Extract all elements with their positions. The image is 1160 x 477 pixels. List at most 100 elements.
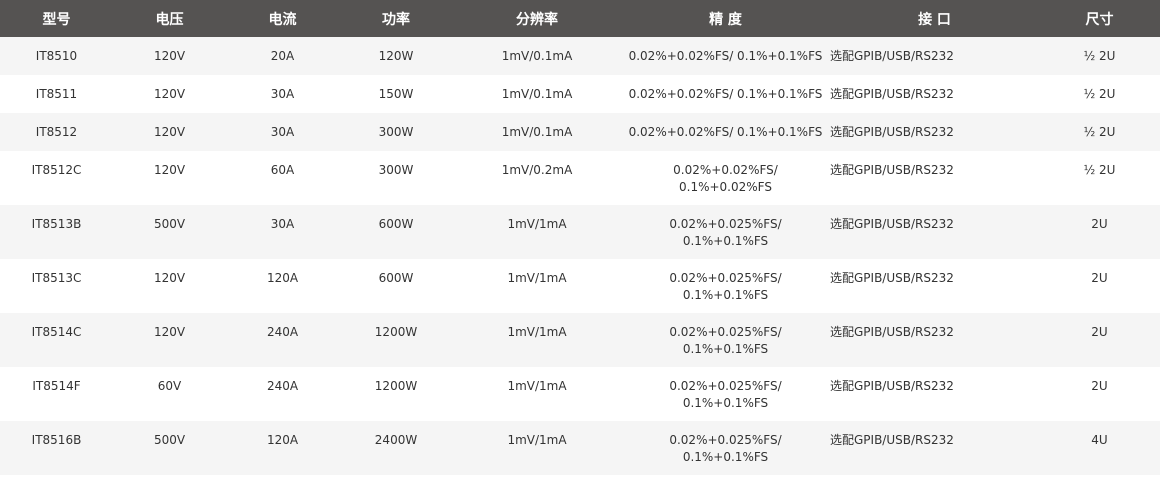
cell-model: IT8514C [31,325,82,339]
precision-line: 0.1%+0.1%FS [682,450,769,464]
cell-voltage: 120V [153,325,186,339]
cell-resolution: 1mV/1mA [507,433,567,447]
precision-text: 0.02%+0.025%FS/0.1%+0.1%FS [669,432,781,466]
cell-resolution: 1mV/0.1mA [501,125,573,139]
cell-resolution: 1mV/0.2mA [501,163,573,177]
table-row: IT8510 120V 20A 120W 1mV/0.1mA 0.02%+0.02%FS/… [0,37,1160,75]
cell-model: IT8511 [35,87,78,101]
cell-size: ½ 2U [1083,49,1116,63]
cell-voltage: 120V [153,163,186,177]
cell-size: ½ 2U [1083,87,1116,101]
cell-voltage: 500V [153,433,186,447]
cell-power: 1200W [374,325,418,339]
cell-model: IT8514F [32,379,81,393]
cell-model: IT8512 [35,125,78,139]
cell-voltage: 500V [153,217,186,231]
table-row: IT8514C 120V 240A 1200W 1mV/1mA 0.02%+0.025%F… [0,313,1160,367]
precision-line: 0.02%+0.025%FS/ [669,217,782,231]
cell-model: IT8516B [31,433,82,447]
cell-current: 120A [266,433,299,447]
cell-model: IT8513B [31,217,82,231]
cell-size: 2U [1091,217,1108,231]
cell-precision: 0.02%+0.02%FS/ 0.1%+0.1%FS [621,75,830,113]
cell-current: 30A [270,125,295,139]
table-row: IT8512C 120V 60A 300W 1mV/0.2mA 0.02%+0.02%FS… [0,151,1160,205]
cell-precision: 0.02%+0.025%FS/0.1%+0.1%FS [621,259,830,313]
cell-voltage: 120V [153,271,186,285]
header-row: 型号 电压 电流 功率 分辨率 精 度 接 口 尺寸 [0,0,1160,37]
cell-interface: 选配GPIB/USB/RS232 [830,163,954,177]
table-body: IT8510 120V 20A 120W 1mV/0.1mA 0.02%+0.02%FS/… [0,37,1160,475]
table-row: IT8511 120V 30A 150W 1mV/0.1mA 0.02%+0.02%FS/… [0,75,1160,113]
cell-model: IT8513C [31,271,82,285]
cell-size: 2U [1091,325,1108,339]
cell-precision: 0.02%+0.02%FS/ 0.1%+0.1%FS [621,113,830,151]
cell-current: 240A [266,379,299,393]
header-model: 型号 [42,11,71,28]
cell-resolution: 1mV/0.1mA [501,87,573,101]
cell-size: 4U [1091,433,1108,447]
cell-voltage: 120V [153,125,186,139]
table-row: IT8513B 500V 30A 600W 1mV/1mA 0.02%+0.025%FS/… [0,205,1160,259]
cell-model: IT8510 [35,49,78,63]
precision-line: 0.1%+0.02%FS [679,180,772,194]
cell-power: 150W [378,87,414,101]
precision-line: 0.1%+0.1%FS [682,342,769,356]
header-current: 电流 [268,11,297,28]
cell-resolution: 1mV/0.1mA [501,49,573,63]
cell-current: 30A [270,217,295,231]
header-power: 功率 [382,11,410,28]
cell-current: 240A [266,325,299,339]
cell-precision: 0.02%+0.025%FS/0.1%+0.1%FS [621,367,830,421]
precision-text: 0.02%+0.025%FS/0.1%+0.1%FS [669,324,781,358]
precision-line: 0.02%+0.02%FS/ 0.1%+0.1%FS [628,49,823,63]
cell-interface: 选配GPIB/USB/RS232 [830,325,954,339]
precision-line: 0.02%+0.025%FS/ [669,325,782,339]
cell-power: 300W [378,125,414,139]
cell-power: 2400W [374,433,418,447]
precision-text: 0.02%+0.02%FS/ 0.1%+0.1%FS [629,124,823,141]
precision-line: 0.02%+0.02%FS/ 0.1%+0.1%FS [628,87,823,101]
header-voltage: 电压 [155,11,184,28]
cell-size: 2U [1091,271,1108,285]
precision-text: 0.02%+0.02%FS/0.1%+0.02%FS [673,162,778,196]
precision-line: 0.02%+0.025%FS/ [669,271,782,285]
cell-interface: 选配GPIB/USB/RS232 [830,271,954,285]
cell-interface: 选配GPIB/USB/RS232 [830,87,954,101]
cell-current: 60A [270,163,295,177]
cell-interface: 选配GPIB/USB/RS232 [830,217,954,231]
precision-line: 0.02%+0.025%FS/ [669,379,782,393]
spec-table: 型号 电压 电流 功率 分辨率 精 度 接 口 尺寸 IT8510 120V 20A… [0,0,1160,475]
table-row: IT8513C 120V 120A 600W 1mV/1mA 0.02%+0.025%FS… [0,259,1160,313]
precision-line: 0.1%+0.1%FS [682,396,769,410]
cell-precision: 0.02%+0.025%FS/0.1%+0.1%FS [621,205,830,259]
precision-text: 0.02%+0.025%FS/0.1%+0.1%FS [669,216,781,250]
cell-resolution: 1mV/1mA [507,217,567,231]
precision-line: 0.1%+0.1%FS [682,288,769,302]
header-interface: 接 口 [918,11,951,28]
cell-power: 600W [378,271,414,285]
precision-line: 0.02%+0.02%FS/ 0.1%+0.1%FS [628,125,823,139]
header-resolution: 分辨率 [516,11,558,28]
precision-line: 0.1%+0.1%FS [682,234,769,248]
cell-interface: 选配GPIB/USB/RS232 [830,49,954,63]
header-size: 尺寸 [1085,11,1114,28]
cell-precision: 0.02%+0.025%FS/0.1%+0.1%FS [621,421,830,475]
cell-current: 20A [270,49,295,63]
cell-size: ½ 2U [1083,163,1116,177]
cell-voltage: 120V [153,49,186,63]
cell-interface: 选配GPIB/USB/RS232 [830,125,954,139]
cell-current: 30A [270,87,295,101]
cell-power: 600W [378,217,414,231]
cell-resolution: 1mV/1mA [507,271,567,285]
precision-text: 0.02%+0.02%FS/ 0.1%+0.1%FS [629,86,823,103]
table-row: IT8514F 60V 240A 1200W 1mV/1mA 0.02%+0.025%FS… [0,367,1160,421]
cell-precision: 0.02%+0.02%FS/0.1%+0.02%FS [621,151,830,205]
table-row: IT8512 120V 30A 300W 1mV/0.1mA 0.02%+0.02%FS/… [0,113,1160,151]
cell-power: 120W [378,49,414,63]
precision-text: 0.02%+0.025%FS/0.1%+0.1%FS [669,270,781,304]
cell-precision: 0.02%+0.02%FS/ 0.1%+0.1%FS [621,37,830,75]
cell-power: 300W [378,163,414,177]
precision-line: 0.02%+0.025%FS/ [669,433,782,447]
cell-current: 120A [266,271,299,285]
